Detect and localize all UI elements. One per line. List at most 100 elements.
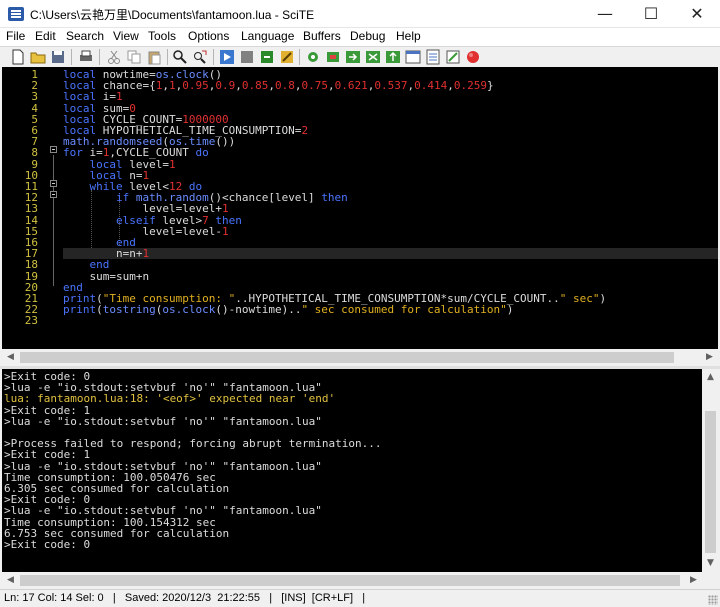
scroll-left-arrow-icon[interactable]: ◀ (2, 349, 19, 366)
open-file-icon[interactable] (30, 49, 46, 65)
list-icon[interactable] (425, 49, 441, 65)
save-icon[interactable] (50, 49, 66, 65)
maximize-button[interactable]: ☐ (628, 0, 674, 28)
output-pane[interactable]: >Exit code: 0 >lua -e "io.stdout:setvbuf … (2, 369, 702, 572)
line-number: 13 (24, 202, 38, 216)
toolbar-separator (213, 49, 214, 65)
toolbar-separator (71, 49, 72, 65)
code-token: 0.414 (414, 79, 448, 93)
resize-grip-icon[interactable] (708, 595, 718, 605)
code-line[interactable]: local i=1 (63, 91, 718, 102)
code-token: 0.621 (334, 79, 368, 93)
code-token: 0.537 (374, 79, 408, 93)
scroll-up-arrow-icon[interactable]: ▲ (702, 369, 719, 386)
code-line[interactable]: level=level-1 (63, 226, 718, 237)
menu-search[interactable]: Search (66, 29, 104, 43)
menu-options[interactable]: Options (188, 29, 229, 43)
code-token: do (195, 146, 209, 160)
menu-tools[interactable]: Tools (148, 29, 176, 43)
code-token: " sec" (559, 292, 600, 305)
settings-icon[interactable] (305, 49, 321, 65)
scroll-down-arrow-icon[interactable]: ▼ (702, 555, 719, 572)
menu-help[interactable]: Help (396, 29, 421, 43)
print-icon[interactable] (78, 49, 94, 65)
scroll-left-arrow-icon[interactable]: ◀ (2, 572, 19, 589)
paste-icon[interactable] (146, 49, 162, 65)
code-token: then (321, 191, 348, 205)
line-number: 8 (31, 146, 38, 160)
code-area[interactable]: local nowtime=os.clock() local chance={1,… (63, 67, 718, 349)
code-line[interactable]: sum=sum+n (63, 270, 718, 282)
abort-icon[interactable] (465, 49, 481, 65)
arrow-right-icon[interactable] (345, 49, 361, 65)
line-number: 18 (24, 258, 38, 272)
menu-view[interactable]: View (113, 29, 139, 43)
scrollbar-thumb[interactable] (20, 575, 680, 586)
line-number: 3 (31, 90, 38, 104)
code-token: 1 (142, 247, 150, 261)
code-line[interactable]: print(tostring(os.clock()-nowtime).." se… (63, 304, 718, 315)
code-token: tostring (102, 303, 156, 317)
menu-edit[interactable]: Edit (35, 29, 56, 43)
code-token: 1 (221, 224, 229, 238)
menu-debug[interactable]: Debug (350, 29, 385, 43)
debug-icon[interactable] (325, 49, 341, 65)
code-token: , (447, 79, 454, 93)
toolbar-separator (167, 49, 168, 65)
step-icon[interactable] (365, 49, 381, 65)
output-line: >lua -e "io.stdout:setvbuf 'no'" "fantam… (4, 504, 322, 518)
output-horizontal-scrollbar[interactable]: ◀ ▶ (2, 572, 702, 589)
code-line[interactable]: end (63, 237, 718, 248)
menu-buffers[interactable]: Buffers (303, 29, 341, 43)
code-token: 0.259 (453, 79, 487, 93)
toolbar-separator (99, 49, 100, 65)
code-line[interactable]: end (63, 259, 718, 270)
find-icon[interactable] (172, 49, 188, 65)
code-token: , (327, 79, 335, 93)
code-line[interactable]: local level=1 (63, 158, 718, 170)
output-line: >Exit code: 1 (4, 448, 91, 462)
fold-marker-icon[interactable] (50, 180, 57, 187)
minimize-button[interactable]: — (582, 0, 628, 28)
new-file-icon[interactable] (10, 49, 26, 65)
cut-icon[interactable] (106, 49, 122, 65)
scrollbar-thumb[interactable] (705, 411, 716, 553)
menu-file[interactable]: File (6, 29, 25, 43)
editor-horizontal-scrollbar[interactable]: ◀ ▶ (2, 349, 718, 366)
output-error-line: lua: fantamoon.lua:18: '<eof>' expected … (4, 392, 336, 406)
scroll-right-arrow-icon[interactable]: ▶ (701, 349, 718, 366)
code-line[interactable]: local chance={1,1,0.95,0.9,0.85,0.8,0.75… (63, 80, 718, 91)
fold-margin[interactable] (48, 67, 60, 349)
go-icon[interactable] (219, 49, 235, 65)
code-token: , (268, 79, 275, 93)
line-number: 23 (24, 314, 38, 328)
scroll-right-arrow-icon[interactable]: ▶ (685, 572, 702, 589)
copy-icon[interactable] (126, 49, 142, 65)
status-text: Ln: 17 Col: 14 Sel: 0 | Saved: 2020/12/3… (4, 592, 366, 604)
window-icon[interactable] (405, 49, 421, 65)
code-editor[interactable]: 1 2 3 4 5 6 7 8 9 10 11 12 13 14 15 16 17 18 19 20 21 22 23 lo… (2, 67, 718, 349)
compile-icon[interactable] (259, 49, 275, 65)
step-out-icon[interactable] (385, 49, 401, 65)
code-token: ()) (215, 135, 236, 149)
fold-marker-icon[interactable] (50, 146, 57, 153)
fold-marker-icon[interactable] (50, 191, 57, 198)
build-icon[interactable] (279, 49, 295, 65)
edit-icon[interactable] (445, 49, 461, 65)
close-button[interactable]: ✕ (674, 0, 720, 28)
code-token: ) (506, 303, 514, 317)
code-token: 0.75 (301, 79, 328, 93)
output-vertical-scrollbar[interactable]: ▲ ▼ (702, 369, 719, 572)
scite-app-icon (8, 7, 24, 21)
code-token: 2 (301, 124, 309, 137)
code-token: " sec consumed for calculation" (301, 303, 507, 317)
code-token: 0.95 (182, 79, 209, 93)
code-token: print (63, 303, 97, 317)
stop-icon[interactable] (239, 49, 255, 65)
code-token: os.clock (162, 303, 216, 317)
menu-language[interactable]: Language (241, 29, 294, 43)
code-line[interactable] (63, 315, 718, 326)
replace-icon[interactable] (192, 49, 208, 65)
current-code-line[interactable]: n=n+1 (63, 247, 718, 261)
scrollbar-thumb[interactable] (20, 352, 674, 363)
